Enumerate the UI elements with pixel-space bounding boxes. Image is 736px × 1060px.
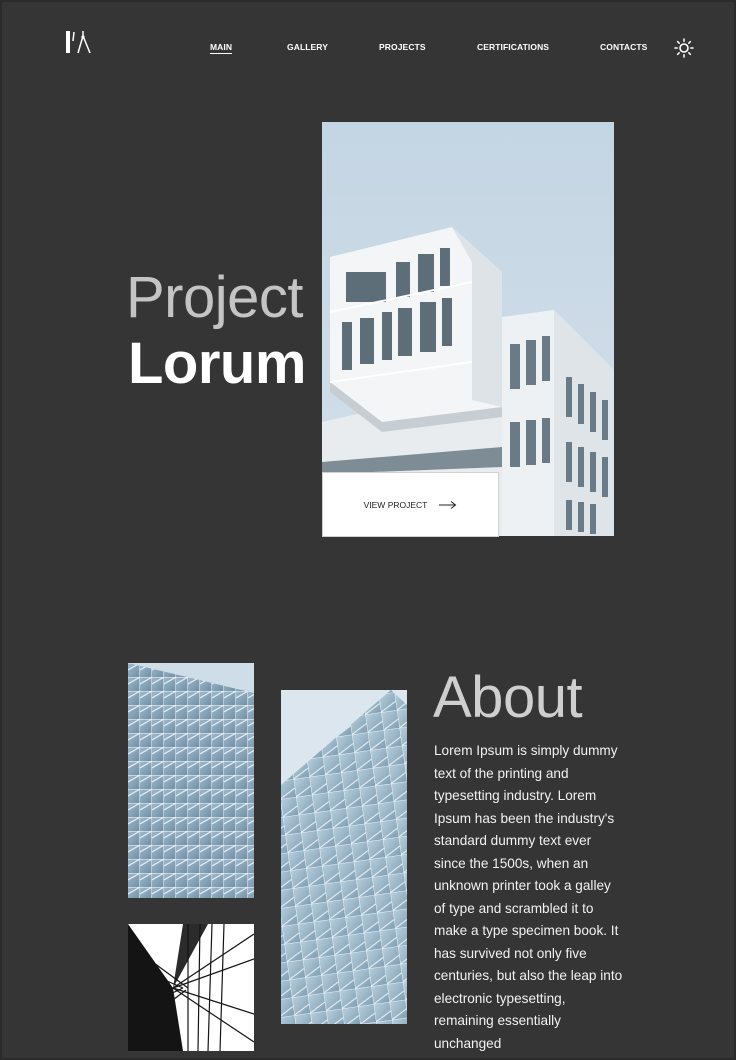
view-project-button[interactable]: VIEW PROJECT: [322, 472, 499, 537]
nav-gallery[interactable]: GALLERY: [287, 42, 328, 52]
view-project-label: VIEW PROJECT: [363, 499, 428, 510]
arrow-right-icon: [439, 500, 457, 509]
main-nav: MAIN GALLERY PROJECTS CERTIFICATIONS CON…: [0, 42, 736, 56]
nav-projects[interactable]: PROJECTS: [379, 42, 426, 52]
sun-icon[interactable]: [674, 38, 694, 58]
hero-title-bold: Lorum: [128, 331, 306, 396]
bw-skyscraper-photo: [128, 924, 254, 1051]
nav-main[interactable]: MAIN: [210, 42, 233, 54]
nav-contacts[interactable]: CONTACTS: [600, 42, 647, 52]
about-title: About: [433, 665, 583, 730]
hero-title-light: Project: [126, 265, 304, 330]
glass-tower-photo: [281, 690, 407, 1024]
nav-certifications[interactable]: CERTIFICATIONS: [477, 42, 549, 52]
glass-facade-photo: [128, 663, 254, 898]
about-text: Lorem Ipsum is simply dummy text of the …: [434, 743, 623, 1051]
